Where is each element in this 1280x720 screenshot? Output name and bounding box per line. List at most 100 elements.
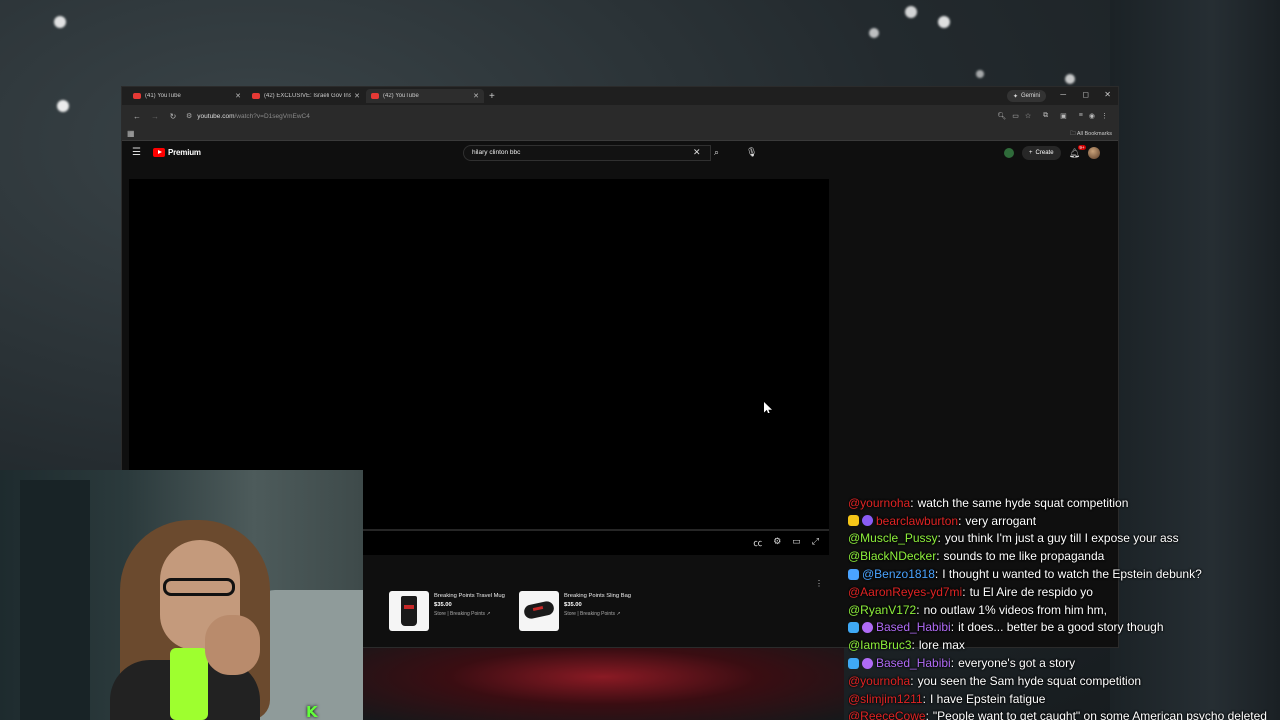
address-bar[interactable]: ⚙ youtube.com/watch?v=D1segVmEwC4 bbox=[186, 108, 997, 124]
account-avatar[interactable] bbox=[1088, 147, 1100, 159]
chat-text: you seen the Sam hyde squat competition bbox=[917, 673, 1142, 688]
chat-message: @AaronReyes-yd7mi: tu El Aire de respido … bbox=[848, 583, 1280, 601]
create-button[interactable]: + Create bbox=[1022, 146, 1061, 160]
browser-tab-3-active[interactable]: (42) YouTube ✕ bbox=[366, 89, 484, 103]
forward-icon[interactable]: → bbox=[146, 112, 164, 121]
apps-grid-icon[interactable]: ▦ bbox=[127, 129, 135, 138]
chat-username[interactable]: Based_Habibi bbox=[876, 656, 951, 670]
reload-icon[interactable]: ↻ bbox=[164, 112, 182, 121]
sidepanel-icon[interactable]: ▣ bbox=[1060, 112, 1067, 120]
chat-username[interactable]: @RyanV172 bbox=[848, 603, 916, 617]
tab-title: (41) YouTube bbox=[145, 93, 181, 99]
url-host: youtube.com bbox=[197, 112, 235, 120]
site-info-icon[interactable]: ⚙ bbox=[186, 112, 192, 120]
tab-strip: (41) YouTube ✕ (42) EXCLUSIVE: Israeli G… bbox=[122, 87, 1118, 105]
browser-tab-2[interactable]: (42) EXCLUSIVE: Israeli Gov Insi ✕ bbox=[247, 89, 365, 103]
merch-store-link[interactable]: Store | Breaking Points ↗ bbox=[434, 611, 505, 617]
extension-icon[interactable] bbox=[1004, 148, 1015, 158]
chat-message: @BlackNDecker: sounds to me like propagan… bbox=[848, 547, 1280, 565]
chat-separator: : bbox=[911, 638, 915, 653]
chat-separator: : bbox=[937, 531, 941, 546]
chat-username[interactable]: @AaronReyes-yd7mi bbox=[848, 585, 962, 599]
profile-icon[interactable]: ◉ bbox=[1089, 112, 1095, 120]
browser-tab-1[interactable]: (41) YouTube ✕ bbox=[128, 89, 246, 103]
mug-thumbnail bbox=[389, 591, 429, 631]
close-tab-icon[interactable]: ✕ bbox=[235, 92, 241, 100]
youtube-logo[interactable]: Premium bbox=[153, 148, 201, 157]
chat-username[interactable]: @BlackNDecker bbox=[848, 549, 936, 563]
chat-message: @yournoha: watch the same hyde squat comp… bbox=[848, 494, 1280, 512]
chat-message: bearclawburton: very arrogant bbox=[848, 512, 1280, 530]
chat-badge-icon bbox=[848, 657, 859, 669]
chat-username[interactable]: @yournoha bbox=[848, 674, 910, 688]
merch-shelf: ⋮ Breaking Points Travel Mug $35.00 Stor… bbox=[387, 579, 827, 637]
chat-overlay: @yournoha: watch the same hyde squat comp… bbox=[848, 494, 1280, 720]
merch-store-link[interactable]: Store | Breaking Points ↗ bbox=[564, 611, 631, 617]
close-window-icon[interactable]: ✕ bbox=[1104, 90, 1111, 99]
chat-username[interactable]: bearclawburton bbox=[876, 514, 958, 528]
media-icon[interactable]: ≡ bbox=[1079, 112, 1083, 120]
chat-badge-icon bbox=[848, 621, 859, 633]
fullscreen-icon[interactable]: ⤢ bbox=[812, 536, 819, 549]
create-label: Create bbox=[1035, 150, 1054, 156]
streamer-hand bbox=[205, 615, 260, 675]
chat-text: it does... better be a good story though bbox=[958, 620, 1164, 635]
gemini-button[interactable]: ✦ Gemini bbox=[1006, 90, 1046, 102]
bookmark-star-icon[interactable]: ☆ bbox=[1025, 112, 1031, 120]
chat-separator: : bbox=[922, 691, 926, 706]
tab-title: (42) EXCLUSIVE: Israeli Gov Insi bbox=[264, 93, 352, 99]
all-bookmarks-button[interactable]: 🗀 All Bookmarks bbox=[1070, 130, 1112, 139]
chat-message: @RyanV172: no outlaw 1% videos from him h… bbox=[848, 601, 1280, 619]
merch-item[interactable]: Breaking Points Travel Mug $35.00 Store … bbox=[389, 591, 505, 631]
chat-separator: : bbox=[950, 620, 955, 635]
chat-badge-icon bbox=[848, 515, 859, 527]
chat-username[interactable]: Based_Habibi bbox=[876, 620, 951, 634]
player-controls: ㏄ ⚙ ▭ ⤢ bbox=[753, 536, 819, 549]
miniplayer-icon[interactable]: ▭ bbox=[792, 536, 801, 549]
chat-message: @ReeceCowe: "People want to get caught" o… bbox=[848, 708, 1280, 720]
chat-username[interactable]: @yournoha bbox=[848, 496, 910, 510]
merch-item[interactable]: Breaking Points Sling Bag $35.00 Store |… bbox=[519, 591, 631, 631]
browser-menu-icon[interactable]: ⋮ bbox=[1101, 112, 1108, 120]
chat-message: @slimjim1211: I have Epstein fatigue bbox=[848, 690, 1280, 708]
chat-separator: : bbox=[916, 602, 920, 617]
chat-username[interactable]: @Benzo1818 bbox=[862, 567, 935, 581]
chat-username[interactable]: @IamBruc3 bbox=[848, 638, 912, 652]
extensions-icon[interactable]: ⧉ bbox=[1043, 112, 1048, 120]
back-icon[interactable]: ← bbox=[128, 112, 146, 121]
viewer-counter: K 1302 bbox=[306, 703, 363, 720]
chat-text: you think I'm just a guy till I expose y… bbox=[944, 531, 1179, 546]
maximize-icon[interactable]: ◻ bbox=[1082, 90, 1089, 99]
chat-separator: : bbox=[950, 656, 955, 671]
more-options-icon[interactable]: ⋮ bbox=[815, 579, 823, 588]
chat-separator: : bbox=[962, 584, 966, 599]
chat-username[interactable]: @slimjim1211 bbox=[848, 692, 923, 706]
chat-badge-icon bbox=[848, 568, 859, 580]
captions-icon[interactable]: ㏄ bbox=[753, 536, 762, 549]
chat-username[interactable]: @Muscle_Pussy bbox=[848, 531, 938, 545]
clear-search-icon[interactable]: ✕ bbox=[693, 147, 701, 158]
zoom-icon[interactable]: 🔍︎ bbox=[997, 112, 1006, 120]
youtube-favicon-icon bbox=[252, 93, 260, 99]
chat-message: @Muscle_Pussy: you think I'm just a guy t… bbox=[848, 530, 1280, 548]
search-input[interactable]: hilary clinton bbc bbox=[463, 145, 711, 161]
cast-icon[interactable]: ▭ bbox=[1012, 112, 1019, 120]
chat-message: @Benzo1818: I thought u wanted to watch t… bbox=[848, 565, 1280, 583]
chat-text: no outlaw 1% videos from him hm, bbox=[923, 602, 1107, 617]
hamburger-menu-icon[interactable]: ☰ bbox=[132, 147, 141, 158]
chat-text: "People want to get caught" on some Amer… bbox=[932, 709, 1267, 720]
chat-text: everyone's got a story bbox=[958, 656, 1076, 671]
notifications-bell-icon[interactable]: 🔔︎ 9+ bbox=[1069, 144, 1086, 159]
chat-username[interactable]: @ReeceCowe bbox=[848, 709, 926, 720]
close-tab-icon[interactable]: ✕ bbox=[473, 92, 479, 100]
search-icon[interactable]: ⌕ bbox=[714, 147, 719, 158]
background-door bbox=[20, 480, 90, 720]
youtube-page: ☰ Premium hilary clinton bbc ✕ ⌕ 🎙︎ + Cr… bbox=[122, 141, 1118, 165]
background-couch bbox=[255, 590, 363, 720]
close-tab-icon[interactable]: ✕ bbox=[354, 92, 360, 100]
minimize-icon[interactable]: ─ bbox=[1060, 90, 1066, 99]
microphone-icon[interactable]: 🎙︎ bbox=[746, 147, 757, 158]
merch-name: Breaking Points Travel Mug bbox=[434, 593, 505, 599]
settings-gear-icon[interactable]: ⚙ bbox=[773, 536, 781, 549]
new-tab-button[interactable]: + bbox=[489, 91, 495, 102]
